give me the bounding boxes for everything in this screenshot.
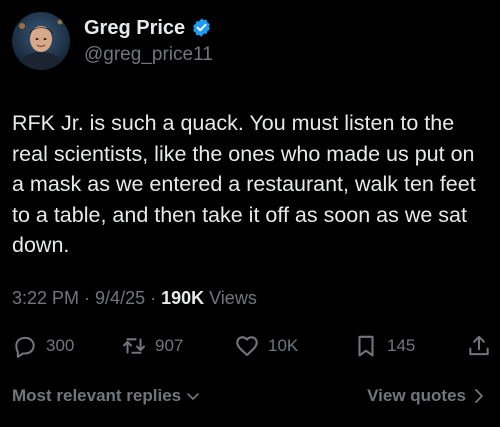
meta-separator: · [150,288,157,308]
repost-count: 907 [155,336,184,355]
author-info: Greg Price @greg_price11 [84,16,213,67]
user-handle[interactable]: @greg_price11 [84,43,213,67]
bookmark-icon [353,333,379,359]
reply-button[interactable]: 300 [12,330,74,362]
reply-controls: Most relevant replies View quotes [12,386,486,410]
chevron-right-icon [472,387,486,405]
share-button[interactable] [466,330,492,362]
heart-icon [234,333,260,359]
views-count: 190K [161,288,205,308]
sort-replies-label: Most relevant replies [12,386,182,405]
tweet-text: RFK Jr. is such a quack. You must listen… [12,111,476,257]
tweet-header: Greg Price @greg_price11 [12,12,213,70]
views-label: Views [209,288,257,308]
verified-badge-icon[interactable] [191,17,212,38]
chevron-down-icon [185,388,201,404]
bookmark-button[interactable]: 145 [353,330,415,362]
tweet-meta: 3:22 PM · 9/4/25 · 190K Views [12,288,257,309]
reply-icon [12,333,38,359]
like-button[interactable]: 10K [234,330,298,362]
sort-replies-button[interactable]: Most relevant replies [12,386,201,406]
meta-separator: · [84,288,91,308]
tweet-time[interactable]: 3:22 PM [12,288,79,309]
action-bar: 300 907 10K 145 [12,330,490,362]
repost-icon [121,333,147,359]
reply-count: 300 [46,336,75,355]
share-icon [466,333,492,359]
like-count: 10K [268,336,299,355]
bookmark-count: 145 [387,336,416,355]
repost-button[interactable]: 907 [121,330,183,362]
name-row: Greg Price [84,16,213,40]
display-name[interactable]: Greg Price [84,16,185,40]
view-quotes-link[interactable]: View quotes [367,386,486,406]
tweet-date[interactable]: 9/4/25 [95,288,145,309]
avatar[interactable] [12,12,70,70]
view-quotes-label: View quotes [367,386,466,405]
